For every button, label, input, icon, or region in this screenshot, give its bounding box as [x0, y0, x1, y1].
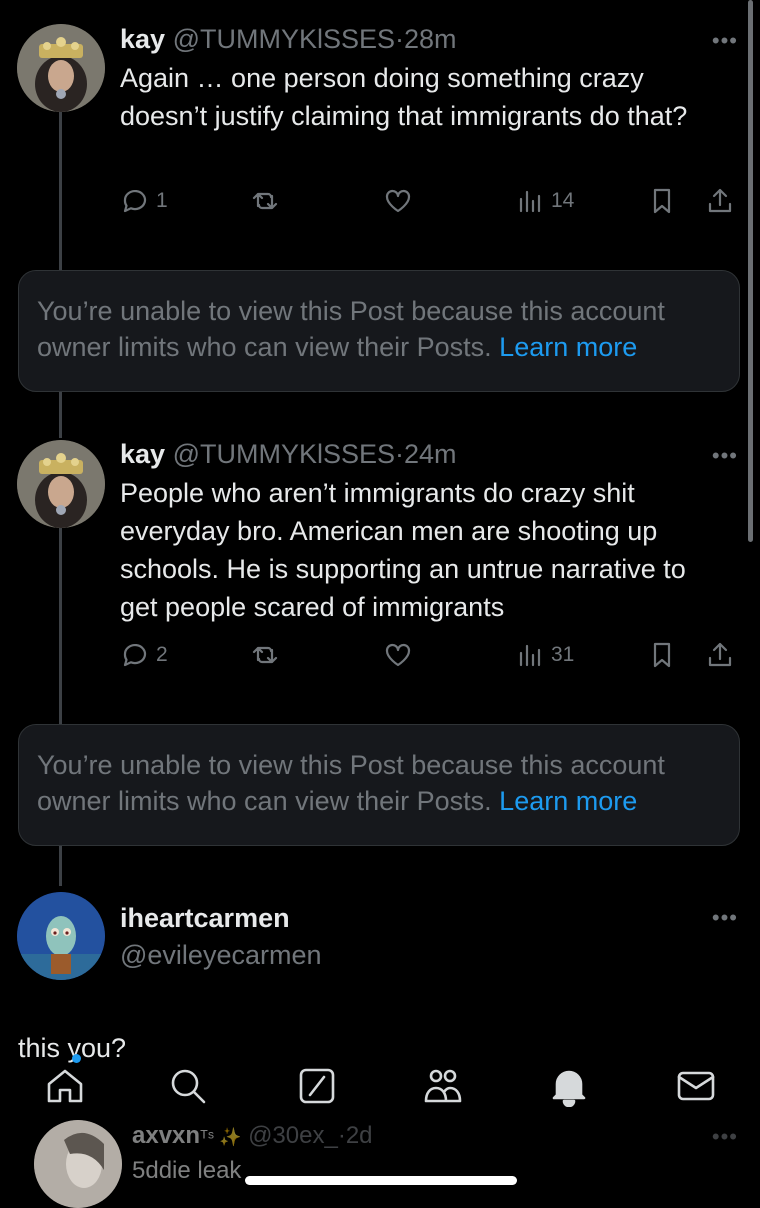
repost-icon [252, 192, 278, 210]
author-name[interactable]: kay [120, 439, 165, 469]
separator: · [337, 1122, 346, 1149]
quoted-author-handle[interactable]: @evileyecarmen [120, 940, 322, 971]
post-time[interactable]: 28m [404, 24, 457, 54]
thread-line [59, 528, 62, 724]
author-badge: ᵀˢ ✨ [200, 1127, 242, 1147]
views-button[interactable]: 31 [515, 640, 574, 670]
share-button[interactable] [705, 640, 735, 670]
communities-icon [424, 1069, 462, 1103]
post-actions: 2 31 [120, 640, 740, 676]
post-text: Again … one person doing something crazy… [120, 63, 688, 131]
like-button[interactable] [383, 640, 413, 670]
like-button[interactable] [383, 186, 413, 216]
repost-icon [252, 646, 278, 664]
author-handle[interactable]: @TUMMYKlSSES [173, 439, 395, 469]
more-options-button[interactable]: ••• [712, 905, 738, 931]
nav-communities[interactable] [419, 1062, 467, 1110]
nav-home[interactable] [41, 1054, 89, 1110]
repost-button[interactable] [250, 640, 280, 670]
avatar[interactable] [34, 1120, 122, 1208]
nav-search[interactable] [164, 1062, 212, 1110]
restricted-post-notice: You’re unable to view this Post because … [18, 270, 740, 392]
avatar[interactable] [17, 440, 105, 528]
learn-more-link[interactable]: Learn more [499, 332, 637, 362]
avatar[interactable] [17, 24, 105, 112]
nav-messages[interactable] [672, 1062, 720, 1110]
share-icon [708, 188, 732, 213]
bottom-nav-bar [0, 1054, 760, 1114]
post-text: People who aren’t immigrants do crazy sh… [120, 478, 686, 622]
nav-notifications[interactable] [545, 1062, 593, 1110]
nav-grok[interactable] [293, 1062, 341, 1110]
learn-more-link[interactable]: Learn more [499, 786, 637, 816]
thread-line [59, 846, 62, 886]
reply-count: 1 [156, 189, 168, 212]
reply-count: 2 [156, 643, 168, 666]
views-count: 31 [551, 643, 575, 666]
reply-icon [123, 643, 147, 667]
thread-line [59, 110, 62, 270]
views-count: 14 [551, 189, 575, 212]
heart-icon [385, 189, 411, 213]
more-options-button[interactable]: ••• [712, 28, 738, 54]
avatar[interactable] [17, 892, 105, 980]
bookmark-icon [653, 188, 671, 214]
home-indicator[interactable] [245, 1176, 517, 1185]
share-button[interactable] [705, 186, 735, 216]
post-header: axvxnᵀˢ ✨ @30ex_·2d [132, 1122, 373, 1150]
more-options-button[interactable]: ••• [712, 443, 738, 469]
bookmark-button[interactable] [647, 640, 677, 670]
search-icon [171, 1069, 206, 1104]
author-handle[interactable]: @TUMMYKlSSES [173, 24, 395, 54]
notifications-icon [552, 1070, 586, 1107]
quoted-author-name[interactable]: iheartcarmen [120, 903, 290, 934]
author-handle[interactable]: @evileyecarmen [120, 940, 322, 970]
reply-button[interactable]: 1 [120, 186, 168, 216]
bookmark-button[interactable] [647, 186, 677, 216]
bookmark-icon [653, 642, 671, 668]
restricted-post-notice: You’re unable to view this Post because … [18, 724, 740, 846]
thread-line [59, 392, 62, 438]
author-name[interactable]: kay [120, 24, 165, 54]
reply-button[interactable]: 2 [120, 640, 168, 670]
share-icon [708, 642, 732, 667]
separator: · [395, 439, 405, 469]
messages-icon [677, 1071, 715, 1101]
post-header: kay @TUMMYKlSSES·28m [120, 24, 457, 55]
home-icon [47, 1069, 83, 1103]
post-text: 5ddie leak [132, 1157, 242, 1184]
more-options-button[interactable]: ••• [712, 1124, 738, 1150]
scrollbar[interactable] [748, 0, 753, 542]
post-time[interactable]: 24m [404, 439, 457, 469]
views-icon [519, 644, 541, 667]
notification-dot [72, 1054, 81, 1063]
heart-icon [385, 643, 411, 667]
author-handle[interactable]: @30ex_ [248, 1122, 338, 1149]
repost-button[interactable] [250, 186, 280, 216]
reply-icon [123, 189, 147, 213]
author-name[interactable]: axvxn [132, 1122, 200, 1149]
views-button[interactable]: 14 [515, 186, 574, 216]
post-time[interactable]: 2d [346, 1122, 373, 1149]
post-actions: 1 14 [120, 186, 740, 222]
author-name[interactable]: iheartcarmen [120, 903, 290, 933]
views-icon [519, 190, 541, 213]
post-header: kay @TUMMYKlSSES·24m [120, 439, 457, 470]
grok-icon [299, 1068, 335, 1104]
separator: · [395, 24, 405, 54]
